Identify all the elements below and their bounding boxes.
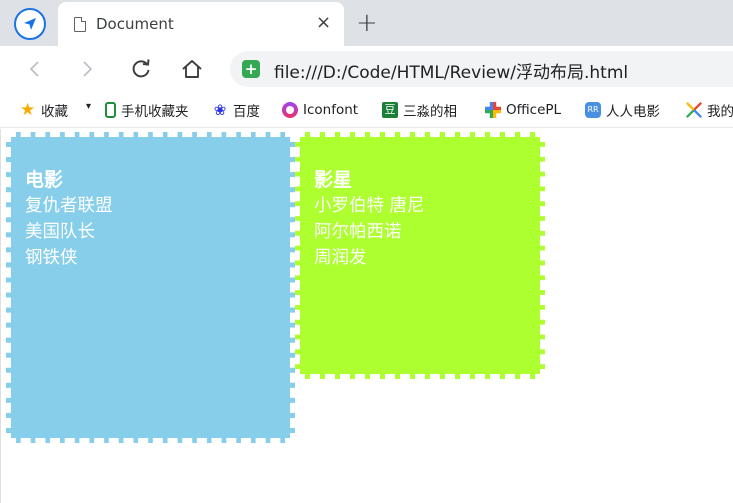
dropdown-arrow-icon[interactable]: ▾	[86, 101, 91, 112]
toolbar: + file:///D:/Code/HTML/Review/浮动布局.html	[0, 46, 733, 92]
bookmark-label: 收藏	[41, 104, 68, 120]
home-icon	[182, 60, 202, 78]
bookmark-label: 手机收藏夹	[121, 104, 189, 120]
bookmark-sanmiao[interactable]: 豆 三淼的相	[382, 100, 457, 120]
stars-box: 影星 小罗伯特 唐尼 阿尔帕西诺 周润发	[295, 132, 545, 379]
back-button[interactable]	[20, 54, 50, 84]
movie-item: 钢铁侠	[25, 248, 78, 268]
rr-icon: RR	[585, 102, 601, 118]
page-viewport: 电影 复仇者联盟 美国队长 钢铁侠 影星 小罗伯特 唐尼 阿尔帕西诺 周润发	[0, 129, 733, 503]
bookmark-label: OfficePL	[506, 102, 562, 118]
bookmark-label: 三淼的相	[403, 104, 457, 120]
star-item: 阿尔帕西诺	[314, 222, 402, 242]
document-icon	[74, 17, 86, 32]
tab-title: Document	[96, 15, 174, 33]
phone-icon	[105, 102, 116, 118]
movie-item: 美国队长	[25, 222, 95, 242]
my-icon	[686, 102, 702, 118]
bookmark-mobile[interactable]: 手机收藏夹	[105, 100, 189, 120]
browser-logo-icon[interactable]	[14, 8, 46, 40]
movies-title: 电影	[25, 169, 64, 191]
bookmark-favorites[interactable]: ★ 收藏	[20, 100, 68, 121]
tab-strip: Document × +	[0, 0, 733, 46]
bookmarks-bar: ★ 收藏 ▾ 手机收藏夹 ❀ 百度 Iconfont 豆 三淼的相 Office…	[0, 92, 733, 128]
bookmark-label: Iconfont	[303, 102, 359, 118]
bookmark-renren[interactable]: RR 人人电影	[585, 100, 660, 120]
url-text[interactable]: file:///D:/Code/HTML/Review/浮动布局.html	[274, 58, 628, 83]
bookmark-baidu[interactable]: ❀ 百度	[212, 100, 260, 120]
star-icon: ★	[20, 100, 36, 120]
star-item: 周润发	[314, 248, 367, 268]
baidu-paw-icon: ❀	[213, 101, 227, 119]
back-arrow-icon	[29, 61, 39, 77]
office-icon	[485, 102, 501, 118]
forward-arrow-icon	[83, 61, 93, 77]
movies-box: 电影 复仇者联盟 美国队长 钢铁侠	[6, 132, 295, 443]
navigation-arrow-icon	[24, 18, 36, 30]
home-button[interactable]	[177, 54, 207, 84]
reload-icon	[132, 59, 150, 78]
secure-shield-icon: +	[242, 60, 260, 78]
bookmark-iconfont[interactable]: Iconfont	[282, 100, 358, 120]
tab-close-icon[interactable]: ×	[316, 13, 331, 33]
douban-icon: 豆	[382, 102, 398, 118]
movie-item: 复仇者联盟	[25, 196, 113, 216]
address-bar[interactable]: + file:///D:/Code/HTML/Review/浮动布局.html	[230, 51, 733, 87]
iconfont-icon	[282, 102, 298, 118]
bookmark-label: 我的	[707, 104, 733, 120]
bookmark-label: 人人电影	[606, 104, 660, 120]
bookmark-officeplus[interactable]: OfficePL	[485, 100, 561, 120]
bookmark-label: 百度	[233, 104, 260, 120]
new-tab-button[interactable]: +	[356, 8, 378, 38]
stars-title: 影星	[314, 169, 353, 191]
reload-button[interactable]	[126, 54, 156, 84]
bookmark-mine[interactable]: 我的	[686, 100, 733, 120]
tab-document[interactable]: Document ×	[58, 2, 344, 46]
star-item: 小罗伯特 唐尼	[314, 196, 425, 216]
forward-button[interactable]	[72, 54, 102, 84]
